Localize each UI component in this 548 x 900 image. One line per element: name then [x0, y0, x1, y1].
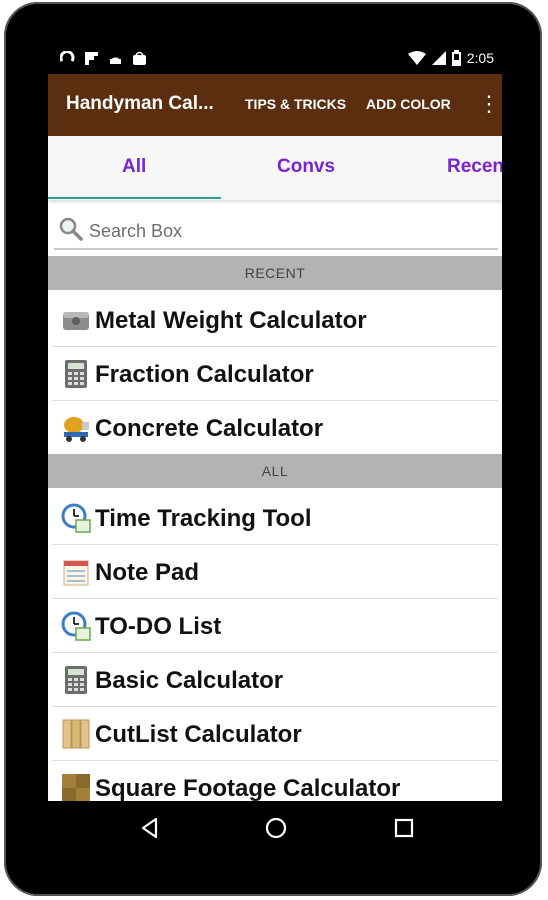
- status-bar: 2:05: [48, 44, 502, 74]
- list-item-label: TO-DO List: [95, 613, 222, 640]
- notepad-icon: [63, 560, 89, 586]
- section-header-recent: RECENT: [48, 256, 502, 290]
- list-item-label: Time Tracking Tool: [95, 505, 312, 532]
- list-item-label: Square Footage Calculator: [95, 775, 401, 801]
- add-color-button[interactable]: ADD COLOR: [366, 96, 451, 112]
- wifi-icon: [407, 51, 426, 65]
- system-indicators: 2:05: [407, 50, 494, 66]
- list-item[interactable]: Basic Calculator: [52, 652, 498, 707]
- calculator-icon: [65, 666, 87, 694]
- list-item-label: Concrete Calculator: [95, 415, 324, 442]
- sync-notification-icon: [59, 50, 75, 66]
- tab-indicator: [48, 197, 221, 199]
- tab-bar: All Convs Recen: [48, 136, 502, 200]
- list-item[interactable]: CutList Calculator: [52, 706, 498, 761]
- recents-icon[interactable]: [392, 816, 416, 840]
- clock-icon: [61, 503, 91, 533]
- clock-icon: [61, 611, 91, 641]
- navigation-bar: [48, 801, 502, 855]
- app-title: Handyman Cal...: [66, 93, 214, 114]
- list-item[interactable]: TO-DO List: [52, 598, 498, 653]
- app-screen: 2:05 Handyman Cal... TIPS & TRICKS ADD C…: [48, 44, 502, 801]
- app-bar: Handyman Cal... TIPS & TRICKS ADD COLOR …: [48, 74, 502, 136]
- list-item[interactable]: Time Tracking Tool: [52, 490, 498, 545]
- search-icon: [59, 217, 83, 241]
- cell-signal-icon: [431, 51, 446, 65]
- list-item[interactable]: Fraction Calculator: [52, 346, 498, 401]
- back-icon[interactable]: [138, 816, 162, 840]
- search-input[interactable]: [87, 217, 491, 245]
- tab-convs[interactable]: Convs: [277, 156, 335, 178]
- shop-notification-icon: [132, 51, 147, 66]
- list-item[interactable]: Metal Weight Calculator: [52, 292, 498, 347]
- notification-icons: [59, 50, 147, 66]
- concrete-mixer-icon: [64, 417, 89, 442]
- list-item-label: Metal Weight Calculator: [95, 307, 367, 334]
- tips-tricks-button[interactable]: TIPS & TRICKS: [245, 96, 346, 112]
- tab-recent[interactable]: Recen: [447, 156, 502, 178]
- wood-planks-icon: [62, 719, 90, 749]
- clock-time: 2:05: [466, 50, 494, 66]
- android-notification-icon: [108, 51, 123, 66]
- floor-tiles-icon: [62, 774, 90, 801]
- list-item-label: Basic Calculator: [95, 667, 284, 694]
- calculator-icon: [65, 360, 87, 388]
- overflow-menu-icon[interactable]: ⋮: [478, 92, 500, 116]
- list-item-label: CutList Calculator: [95, 721, 302, 748]
- battery-icon: [451, 50, 461, 66]
- list-item[interactable]: Square Footage Calculator: [52, 760, 498, 801]
- tab-all[interactable]: All: [122, 156, 146, 178]
- flipboard-notification-icon: [84, 51, 99, 66]
- metal-weight-icon: [63, 312, 89, 330]
- list-item-label: Fraction Calculator: [95, 361, 314, 388]
- list-item-label: Note Pad: [95, 559, 200, 586]
- search-bar: [54, 212, 498, 250]
- home-icon[interactable]: [264, 816, 288, 840]
- section-header-all: ALL: [48, 454, 502, 488]
- list-item[interactable]: Note Pad: [52, 544, 498, 599]
- list-item[interactable]: Concrete Calculator: [52, 400, 498, 454]
